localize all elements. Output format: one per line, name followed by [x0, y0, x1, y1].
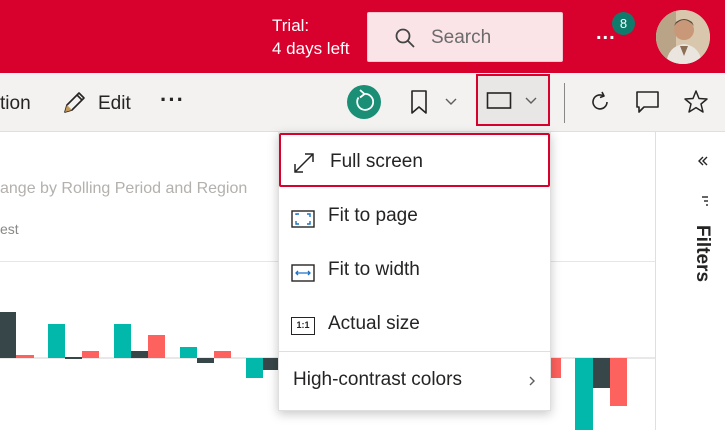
menu-item-label: Full screen — [330, 151, 423, 172]
view-menu: Full screen Fit to page Fit to width 1:1… — [278, 132, 551, 411]
chart-bar — [131, 351, 148, 358]
reset-button[interactable] — [347, 85, 381, 119]
toolbar-partial-item[interactable]: tion — [0, 93, 31, 115]
chart-bar — [593, 358, 610, 388]
chart-bar — [610, 358, 627, 406]
search-box[interactable]: Search — [367, 12, 563, 62]
fit-to-width-icon — [291, 264, 315, 282]
menu-item-label: High-contrast colors — [293, 369, 462, 390]
actual-size-icon: 1:1 — [291, 317, 315, 335]
edit-label: Edit — [98, 93, 131, 114]
chart-title: ange by Rolling Period and Region — [0, 180, 248, 197]
chart-bar — [551, 358, 561, 378]
trial-line-2: 4 days left — [272, 39, 350, 58]
avatar[interactable] — [656, 10, 710, 64]
bookmark-icon — [411, 90, 427, 114]
filters-pane — [655, 132, 725, 430]
comment-icon[interactable] — [635, 90, 661, 114]
trial-line-1: Trial: — [272, 16, 310, 35]
chart-bar — [214, 351, 231, 358]
chart-bar — [82, 351, 99, 358]
chart-bar — [575, 358, 593, 430]
filter-icon — [702, 196, 708, 206]
menu-item-label: Fit to width — [328, 259, 420, 280]
chart-subtitle: est — [0, 221, 19, 237]
more-commands-button[interactable]: ··· — [160, 87, 185, 113]
fit-to-page-icon — [291, 210, 315, 228]
avatar-image — [656, 10, 710, 64]
view-icon — [486, 92, 512, 109]
chart-bar — [114, 324, 131, 358]
chart-bar — [148, 335, 165, 358]
full-screen-icon — [294, 153, 314, 173]
chart-bar — [48, 324, 65, 358]
top-header-bar: Trial: 4 days left Search ... 8 — [0, 0, 725, 73]
chart-bar — [65, 357, 82, 359]
menu-item-actual-size[interactable]: 1:1 Actual size — [279, 297, 550, 351]
filters-label[interactable]: Filters — [691, 225, 713, 282]
search-icon — [395, 28, 415, 48]
collapse-icon[interactable] — [696, 154, 710, 168]
menu-item-fit-to-page[interactable]: Fit to page — [279, 189, 550, 243]
menu-item-label: Actual size — [328, 313, 420, 334]
reset-icon — [356, 89, 375, 111]
chart-bar — [0, 312, 16, 358]
trial-status[interactable]: Trial: 4 days left — [272, 14, 350, 60]
chart-bar — [197, 358, 214, 363]
menu-item-fit-to-width[interactable]: Fit to width — [279, 243, 550, 297]
chevron-down-icon — [525, 97, 537, 104]
notification-badge[interactable]: 8 — [612, 12, 635, 35]
menu-item-label: Fit to page — [328, 205, 418, 226]
star-icon[interactable] — [683, 89, 709, 115]
menu-separator — [279, 351, 550, 352]
chart-bar — [263, 358, 278, 370]
menu-item-high-contrast[interactable]: High-contrast colors — [279, 353, 550, 407]
toolbar-divider — [564, 83, 565, 123]
chart-bar — [180, 347, 197, 358]
chart-bar — [16, 355, 34, 358]
menu-item-full-screen[interactable]: Full screen — [279, 133, 550, 187]
pencil-icon — [64, 92, 85, 113]
view-button[interactable] — [476, 74, 550, 126]
chevron-right-icon — [529, 376, 535, 386]
refresh-icon[interactable] — [588, 90, 612, 114]
chart-bar — [246, 358, 263, 378]
search-placeholder: Search — [431, 27, 492, 48]
report-toolbar: tion Edit ··· — [0, 73, 725, 132]
chevron-down-icon — [445, 98, 457, 105]
